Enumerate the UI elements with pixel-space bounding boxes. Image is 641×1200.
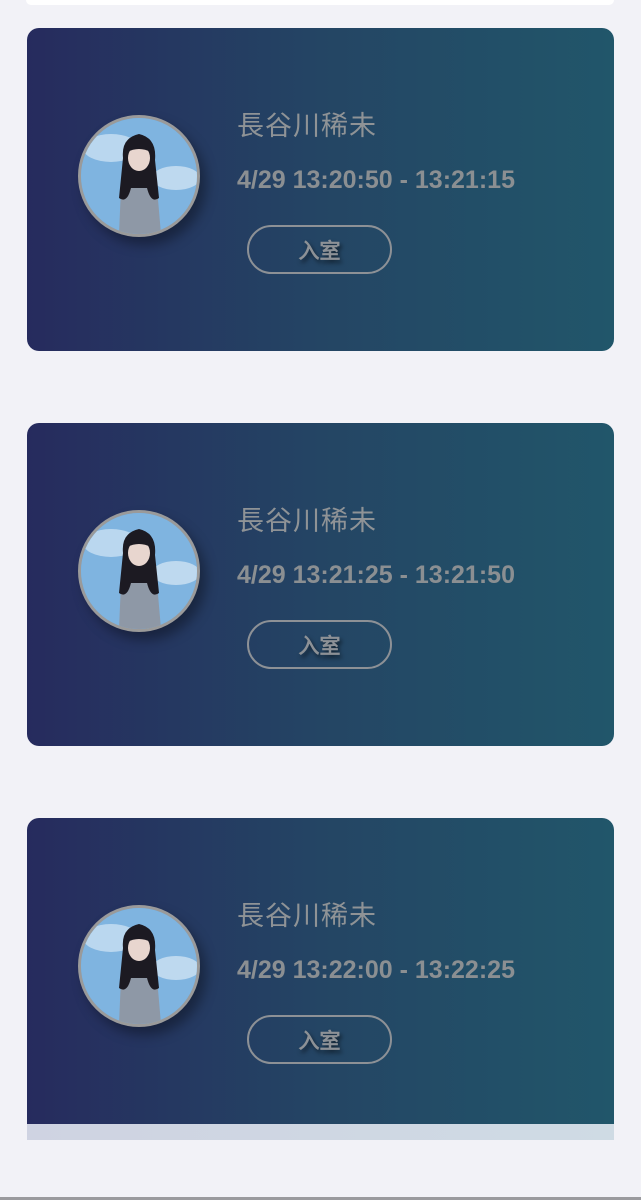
session-card: 長谷川稀未 4/29 13:21:25 - 13:21:50 入室 [27, 423, 614, 746]
member-name: 長谷川稀未 [237, 111, 377, 141]
member-name: 長谷川稀未 [237, 901, 377, 931]
member-name: 長谷川稀未 [237, 506, 377, 536]
enter-room-button[interactable]: 入室 [247, 225, 392, 274]
avatar-photo-icon [81, 908, 197, 1024]
session-time: 4/29 13:20:50 - 13:21:15 [237, 166, 515, 194]
avatar-photo-icon [81, 513, 197, 629]
avatar-photo-icon [81, 118, 197, 234]
enter-room-button[interactable]: 入室 [247, 620, 392, 669]
member-avatar [78, 115, 200, 237]
enter-room-button[interactable]: 入室 [247, 1015, 392, 1064]
session-card: 長谷川稀未 4/29 13:20:50 - 13:21:15 入室 [27, 28, 614, 351]
member-avatar [78, 510, 200, 632]
session-time: 4/29 13:22:00 - 13:22:25 [237, 956, 515, 984]
card-bottom-edge [27, 1124, 614, 1140]
member-avatar [78, 905, 200, 1027]
session-time: 4/29 13:21:25 - 13:21:50 [237, 561, 515, 589]
previous-card-edge [26, 0, 614, 5]
session-card: 長谷川稀未 4/29 13:22:00 - 13:22:25 入室 [27, 818, 614, 1130]
